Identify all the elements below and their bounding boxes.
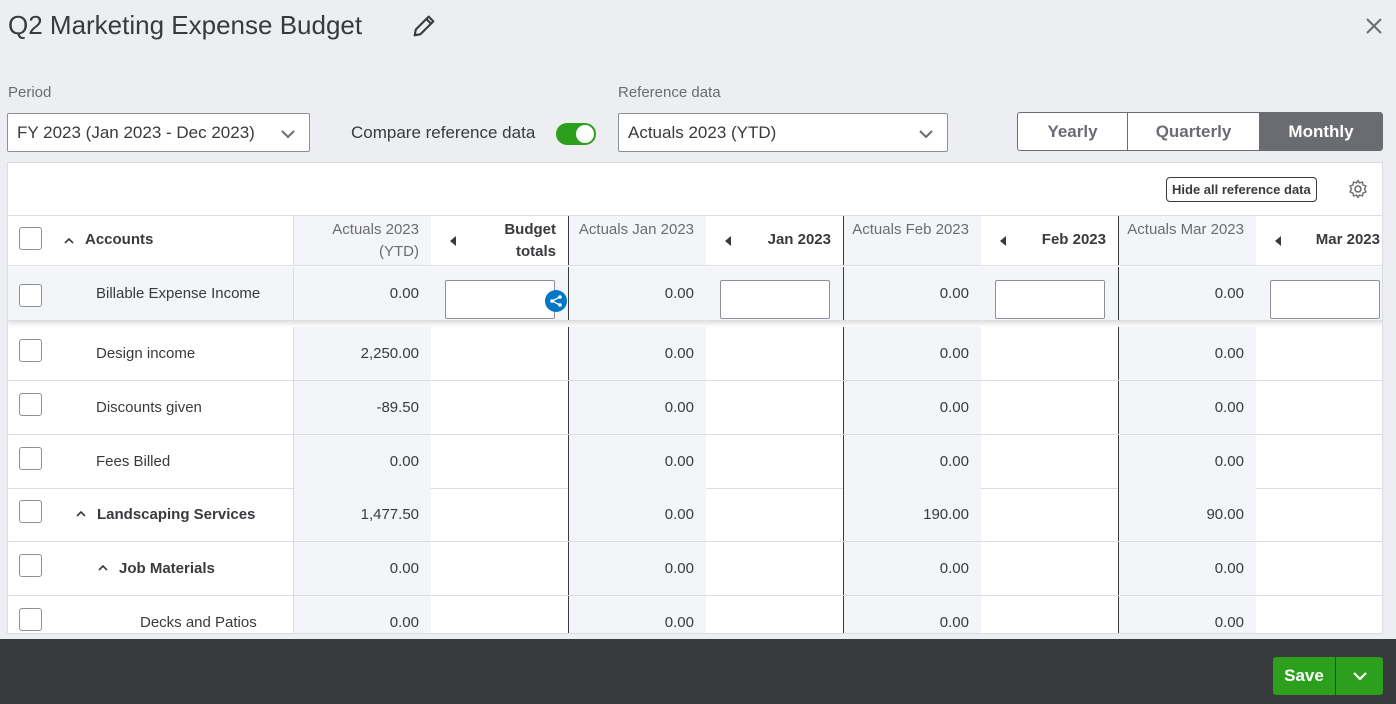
table-row: Billable Expense Income 0.00 0.00 0.00 0.00 (8, 267, 1382, 321)
ref-jan-value: 0.00 (569, 381, 706, 434)
feb-header: Feb 2023 (1041, 231, 1106, 248)
mar-budget-input[interactable] (1270, 280, 1380, 319)
chevron-down-icon (919, 130, 933, 139)
row-checkbox[interactable] (19, 608, 42, 631)
tab-yearly[interactable]: Yearly (1018, 113, 1128, 150)
gear-icon[interactable] (1348, 179, 1368, 199)
budget-total-header: Budget totals (504, 221, 556, 260)
feb-budget-input[interactable] (995, 280, 1105, 319)
ref-jan-value: 0.00 (569, 596, 706, 633)
accounts-header: Accounts (85, 231, 154, 248)
ref-total-value: -89.50 (294, 381, 431, 434)
reference-label: Reference data (618, 84, 721, 101)
view-mode-toggle: Yearly Quarterly Monthly (1017, 112, 1383, 151)
ref-feb-value: 0.00 (844, 435, 981, 488)
table-row: Landscaping Services 1,477.50 0.00 190.00 90… (8, 488, 1382, 542)
period-label: Period (8, 84, 52, 101)
account-name: Job Materials (119, 560, 215, 577)
ref-feb-header: Actuals Feb 2023 (844, 216, 981, 265)
table-row: Job Materials 0.00 0.00 0.00 0.00 (8, 542, 1382, 596)
table-row: Design income 2,250.00 0.00 0.00 0.00 (8, 327, 1382, 381)
ref-feb-value: 190.00 (844, 488, 981, 541)
ref-feb-value: 0.00 (939, 285, 969, 302)
chevron-up-icon[interactable] (98, 563, 108, 573)
ref-mar-value: 0.00 (1119, 435, 1256, 488)
jan-budget-input[interactable] (720, 280, 830, 319)
ref-mar-header: Actuals Mar 2023 (1119, 216, 1256, 265)
table-header: Accounts Actuals 2023 (YTD) Budget total… (8, 215, 1382, 266)
tab-quarterly[interactable]: Quarterly (1128, 113, 1260, 150)
reference-select[interactable]: Actuals 2023 (YTD) (618, 113, 948, 152)
account-name: Discounts given (96, 399, 202, 416)
collapse-arrow-icon[interactable] (725, 236, 731, 246)
ref-jan-value: 0.00 (569, 488, 706, 541)
ref-total-value: 1,477.50 (294, 488, 431, 541)
ref-feb-value: 0.00 (844, 381, 981, 434)
ref-mar-value: 0.00 (1214, 285, 1244, 302)
ref-feb-value: 0.00 (844, 596, 981, 633)
period-value: FY 2023 (Jan 2023 - Dec 2023) (17, 122, 255, 142)
ref-total-header: Actuals 2023 (YTD) (294, 216, 431, 265)
collapse-arrow-icon[interactable] (1000, 236, 1006, 246)
ref-jan-value: 0.00 (569, 327, 706, 380)
chevron-up-icon[interactable] (64, 236, 74, 246)
ref-feb-value: 0.00 (844, 542, 981, 595)
row-checkbox[interactable] (19, 393, 42, 416)
toggle-knob (576, 125, 594, 143)
row-checkbox[interactable] (19, 554, 42, 577)
ref-total-value: 0.00 (294, 542, 431, 595)
ref-mar-value: 0.00 (1119, 327, 1256, 380)
ref-total-value: 0.00 (389, 285, 419, 302)
reference-value: Actuals 2023 (YTD) (628, 122, 777, 142)
ref-mar-value: 0.00 (1119, 596, 1256, 633)
mar-header: Mar 2023 (1315, 231, 1380, 248)
chevron-up-icon[interactable] (76, 509, 86, 519)
jan-header: Jan 2023 (767, 231, 831, 248)
collapse-arrow-icon[interactable] (450, 236, 456, 246)
compare-label: Compare reference data (351, 123, 536, 142)
ref-mar-value: 0.00 (1119, 381, 1256, 434)
save-options-button[interactable] (1336, 657, 1383, 695)
save-button[interactable]: Save (1273, 657, 1335, 695)
ref-feb-value: 0.00 (844, 327, 981, 380)
share-icon[interactable] (545, 290, 567, 312)
row-checkbox[interactable] (19, 284, 42, 307)
tab-monthly[interactable]: Monthly (1260, 113, 1382, 150)
ref-jan-header: Actuals Jan 2023 (569, 216, 706, 265)
ref-mar-value: 90.00 (1119, 488, 1256, 541)
collapse-arrow-icon[interactable] (1275, 236, 1281, 246)
chevron-down-icon (1352, 672, 1367, 681)
close-icon[interactable] (1362, 14, 1386, 38)
account-name: Billable Expense Income (96, 285, 261, 302)
account-name: Design income (96, 345, 196, 362)
ref-jan-value: 0.00 (569, 435, 706, 488)
account-name: Landscaping Services (97, 506, 256, 523)
ref-total-value: 2,250.00 (294, 327, 431, 380)
account-name: Decks and Patios (140, 614, 257, 631)
chevron-down-icon (281, 130, 295, 139)
ref-mar-value: 0.00 (1119, 542, 1256, 595)
row-checkbox[interactable] (19, 339, 42, 362)
ref-jan-value: 0.00 (569, 542, 706, 595)
row-checkbox[interactable] (19, 500, 42, 523)
page-title: Q2 Marketing Expense Budget (8, 10, 363, 40)
ref-jan-value: 0.00 (664, 285, 694, 302)
footer-bar: Save (0, 639, 1396, 704)
budget-total-input[interactable] (445, 280, 555, 319)
period-select[interactable]: FY 2023 (Jan 2023 - Dec 2023) (7, 113, 310, 152)
budget-table: Hide all reference data Accounts Actuals… (7, 162, 1383, 634)
row-checkbox[interactable] (19, 447, 42, 470)
table-row: Fees Billed 0.00 0.00 0.00 0.00 (8, 435, 1382, 489)
ref-total-value: 0.00 (294, 435, 431, 488)
select-all-checkbox[interactable] (19, 227, 42, 250)
table-row: Decks and Patios 0.00 0.00 0.00 0.00 (8, 596, 1382, 633)
hide-reference-button[interactable]: Hide all reference data (1166, 177, 1317, 202)
ref-total-value: 0.00 (294, 596, 431, 633)
compare-toggle[interactable] (556, 123, 596, 145)
table-row: Discounts given -89.50 0.00 0.00 0.00 (8, 381, 1382, 435)
account-name: Fees Billed (96, 453, 171, 470)
pencil-icon[interactable] (410, 12, 438, 40)
